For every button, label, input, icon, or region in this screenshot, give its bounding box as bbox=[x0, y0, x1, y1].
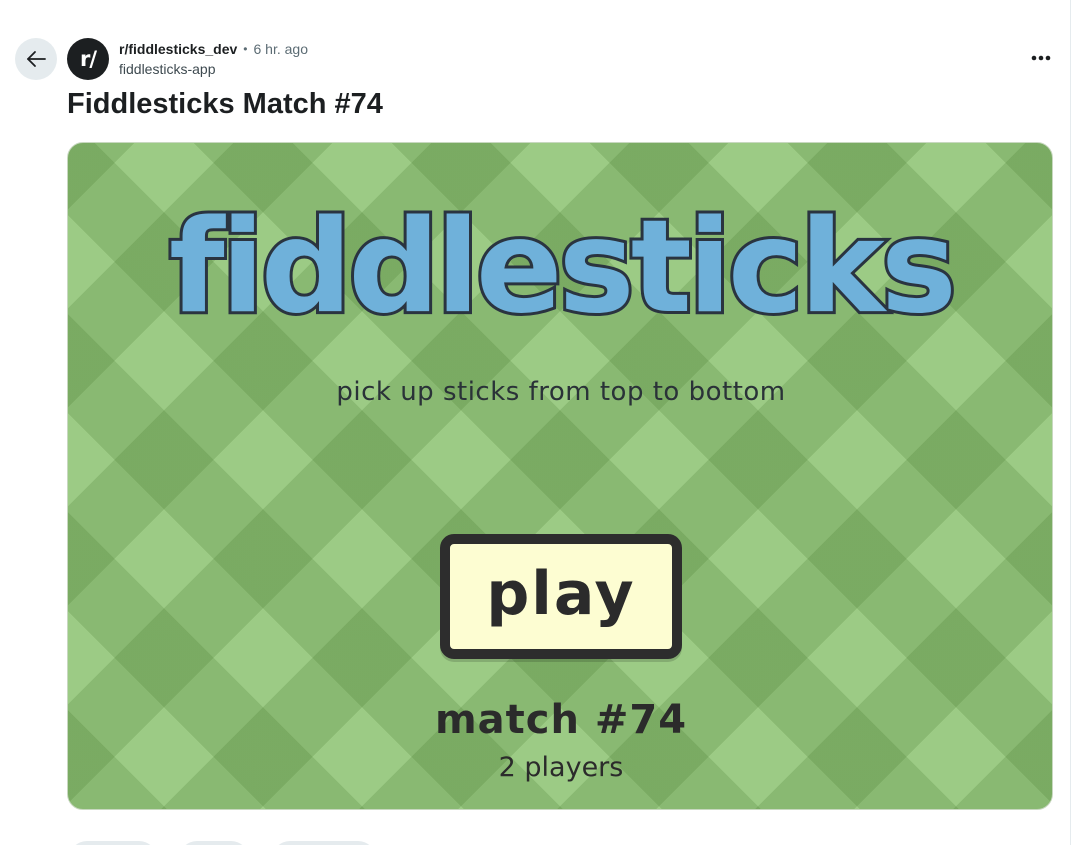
post-meta: r/fiddlesticks_dev • 6 hr. ago bbox=[119, 40, 308, 58]
game-logo: fiddlesticks bbox=[166, 190, 960, 345]
match-number: match #74 bbox=[434, 697, 688, 743]
arrow-left-icon bbox=[27, 51, 46, 67]
scroll-edge-divider bbox=[1070, 0, 1071, 845]
more-options-button[interactable] bbox=[1025, 44, 1057, 72]
post-author[interactable]: fiddlesticks-app bbox=[119, 61, 216, 79]
post-timestamp: 6 hr. ago bbox=[253, 41, 308, 57]
comments-button[interactable] bbox=[179, 841, 249, 845]
player-count: 2 players bbox=[498, 752, 624, 783]
share-button[interactable] bbox=[272, 841, 376, 845]
meta-separator: • bbox=[243, 42, 248, 56]
play-button-label: play bbox=[486, 558, 636, 629]
game-embed[interactable]: fiddlesticks pick up sticks from top to … bbox=[67, 142, 1053, 810]
post-page: r/ r/fiddlesticks_dev • 6 hr. ago fiddle… bbox=[0, 0, 1075, 845]
post-title[interactable]: Fiddlesticks Match #74 bbox=[67, 86, 383, 122]
play-button[interactable]: play bbox=[440, 534, 682, 659]
overflow-menu-icon bbox=[1031, 55, 1051, 61]
subreddit-avatar[interactable]: r/ bbox=[67, 38, 109, 80]
avatar-text: r/ bbox=[79, 47, 97, 71]
game-tagline: pick up sticks from top to bottom bbox=[336, 377, 786, 407]
subreddit-link[interactable]: r/fiddlesticks_dev bbox=[119, 41, 237, 57]
vote-bar[interactable] bbox=[69, 841, 157, 845]
back-button[interactable] bbox=[15, 38, 57, 80]
